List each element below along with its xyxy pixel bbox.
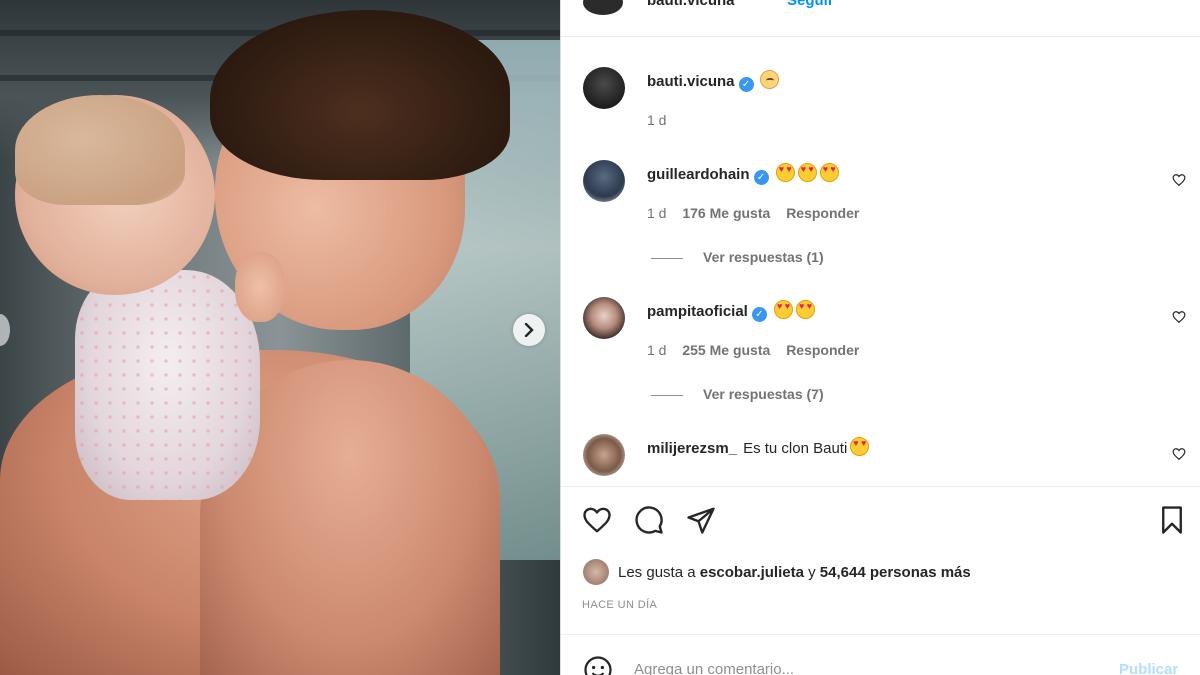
comment-meta: 1 d 176 Me gusta Responder — [647, 205, 871, 221]
heart-eyes-emoji-icon — [796, 300, 816, 319]
post-comment-button[interactable]: Publicar — [1119, 661, 1178, 675]
verified-badge-icon: ✓ — [751, 307, 767, 322]
comment-row: guilleardohain ✓ — [647, 163, 839, 185]
comment-avatar[interactable] — [583, 297, 625, 339]
share-icon[interactable] — [686, 505, 716, 535]
comment-input[interactable] — [634, 661, 1084, 675]
comment-likes[interactable]: 255 Me gusta — [682, 342, 770, 358]
heart-icon[interactable] — [582, 505, 612, 535]
likes-middle: y — [803, 563, 820, 581]
post-photo[interactable] — [0, 0, 560, 675]
liker-username[interactable]: escobar.julieta — [700, 564, 804, 581]
follow-button[interactable]: Seguir — [787, 0, 834, 9]
reply-button[interactable]: Responder — [786, 205, 859, 221]
comment-icon[interactable] — [634, 505, 664, 535]
actions-divider — [561, 486, 1200, 487]
photo-baby-onesie — [75, 270, 260, 500]
likes-summary: Les gusta a escobar.julieta y 54,644 per… — [583, 558, 971, 586]
comment-time[interactable]: 1 d — [647, 342, 666, 358]
likes-prefix: Les gusta a — [618, 563, 700, 581]
comment-username[interactable]: pampitaoficial — [647, 303, 748, 320]
comment-like-icon[interactable] — [1172, 310, 1186, 324]
caption-row: bauti.vicuna ✓ — [647, 70, 779, 92]
photo-baby-hand — [235, 252, 285, 322]
author-avatar[interactable] — [583, 0, 623, 15]
next-photo-button[interactable] — [513, 314, 545, 346]
comment-row: pampitaoficial ✓ — [647, 300, 816, 322]
comment-row: milijerezsm_ Es tu clon Bauti — [647, 437, 870, 457]
photo-baby-hair — [15, 95, 185, 205]
comment-like-icon[interactable] — [1172, 173, 1186, 187]
baby-emoji-icon — [759, 70, 779, 89]
bookmark-icon[interactable] — [1157, 505, 1187, 535]
view-replies-button[interactable]: Ver respuestas (1) — [651, 249, 824, 265]
comment-username[interactable]: guilleardohain — [647, 166, 750, 183]
replies-line — [651, 394, 683, 396]
view-replies-label: Ver respuestas (7) — [703, 386, 824, 402]
comment-like-icon[interactable] — [1172, 447, 1186, 461]
view-replies-button[interactable]: Ver respuestas (7) — [651, 386, 824, 402]
heart-eyes-emoji-icon — [774, 300, 794, 319]
chevron-right-icon — [524, 323, 534, 337]
heart-eyes-emoji-icon — [775, 163, 795, 182]
post-timestamp[interactable]: HACE UN DÍA — [582, 599, 657, 611]
likes-count[interactable]: 54,644 personas más — [820, 564, 971, 581]
emoji-icon[interactable] — [583, 655, 613, 675]
liker-avatar[interactable] — [583, 559, 609, 585]
caption-username[interactable]: bauti.vicuna — [647, 73, 735, 90]
comment-time[interactable]: 1 d — [647, 205, 666, 221]
view-replies-label: Ver respuestas (1) — [703, 249, 824, 265]
comment-meta: 1 d 255 Me gusta Responder — [647, 342, 871, 358]
comment-avatar[interactable] — [583, 160, 625, 202]
photo-boy-hair — [210, 10, 510, 180]
caption-meta: 1 d — [647, 112, 678, 128]
comment-text: Es tu clon Bauti — [743, 440, 848, 457]
verified-badge-icon: ✓ — [738, 77, 754, 92]
comment-likes[interactable]: 176 Me gusta — [682, 205, 770, 221]
likes-text[interactable]: Les gusta a escobar.julieta y 54,644 per… — [618, 564, 971, 581]
comment-avatar[interactable] — [583, 434, 625, 476]
comment-username[interactable]: milijerezsm_ — [647, 440, 737, 457]
add-comment-bar: Publicar — [561, 634, 1200, 675]
heart-eyes-emoji-icon — [797, 163, 817, 182]
previous-photo-button[interactable] — [0, 314, 10, 346]
verified-badge-icon: ✓ — [753, 170, 769, 185]
heart-eyes-emoji-icon — [819, 163, 839, 182]
replies-line — [651, 257, 683, 259]
heart-eyes-emoji-icon — [850, 437, 870, 456]
post-header: bauti.vicuna Seguir — [561, 0, 1200, 37]
reply-button[interactable]: Responder — [786, 342, 859, 358]
post-sidebar: bauti.vicuna Seguir bauti.vicuna ✓ 1 d gu… — [560, 0, 1200, 675]
author-username[interactable]: bauti.vicuna — [647, 0, 735, 9]
caption-time[interactable]: 1 d — [647, 112, 666, 128]
caption-avatar[interactable] — [583, 67, 625, 109]
